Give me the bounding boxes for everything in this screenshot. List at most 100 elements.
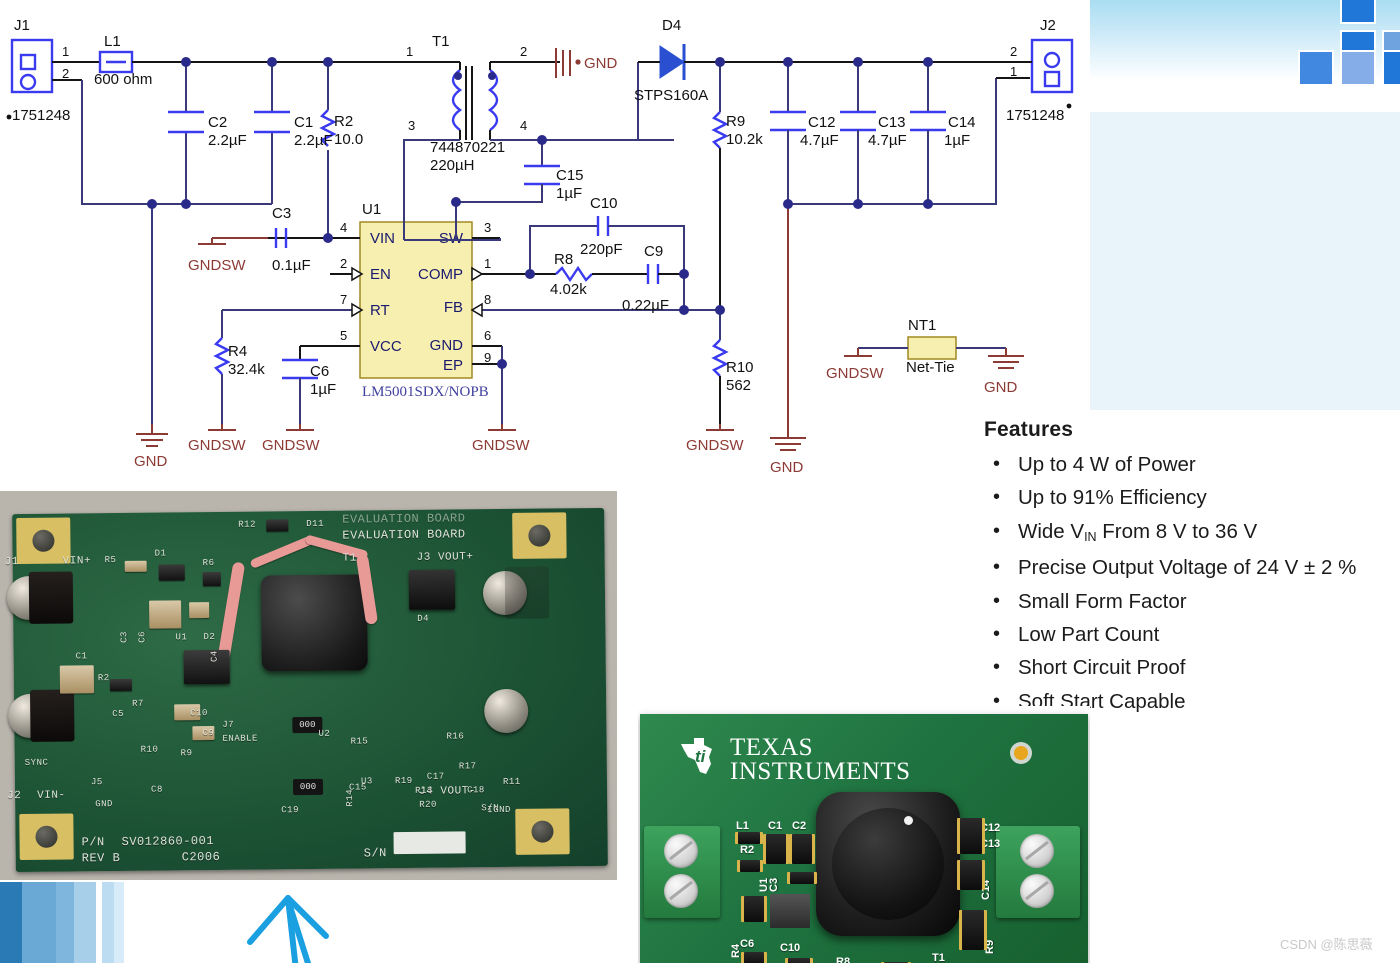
schematic-pinnum-5: 5 xyxy=(340,328,347,343)
capacitor-c4 xyxy=(189,602,210,619)
schematic-label-l1: L1 xyxy=(104,33,121,50)
smd-c12 xyxy=(960,818,982,854)
features-list: • Up to 4 W of Power • Up to 91% Efficienc… xyxy=(984,448,1400,718)
feature-text: Low Part Count xyxy=(1018,623,1160,647)
silk2-r2: R2 xyxy=(740,844,755,856)
schematic-pin-gnd: GND xyxy=(430,337,464,354)
decorative-stripe xyxy=(22,882,56,963)
schematic-value2-t1: 220µH xyxy=(430,157,475,174)
feature-text: Short Circuit Proof xyxy=(1018,656,1186,680)
silk-pn-value: SV012860-001 xyxy=(121,834,215,849)
silk-d4: D4 xyxy=(417,613,430,624)
schematic-gnd-label-1: GNDSW xyxy=(188,257,246,274)
silk2-c12: C12 xyxy=(980,822,1001,834)
silk-j3-vout-plus: J3 VOUT+ xyxy=(416,551,474,564)
silk-sync: SYNC xyxy=(24,757,49,768)
schematic-label-r4: R4 xyxy=(228,343,247,360)
schematic-label-j2: J2 xyxy=(1040,17,1056,34)
schematic-pin-sw: SW xyxy=(439,230,464,247)
schematic-gnd-label-main: GND xyxy=(134,453,168,470)
schematic-label-r9: R9 xyxy=(726,113,745,130)
jumper-000-2: 000 xyxy=(292,778,324,796)
schematic-value-c9: 0.22µF xyxy=(622,297,669,314)
schematic-value-r8: 4.02k xyxy=(550,281,587,298)
silk-ignd: IGND xyxy=(487,804,511,816)
transformer-core xyxy=(832,808,944,920)
bullet-icon: • xyxy=(993,486,1001,509)
mounting-pad xyxy=(19,813,74,861)
schematic-value-c6: 1µF xyxy=(310,381,336,398)
feature-text: Small Form Factor xyxy=(1018,589,1187,613)
diode-d1 xyxy=(158,564,185,581)
silk2-r9: R9 xyxy=(984,939,996,954)
silk2-c10: C10 xyxy=(780,942,801,954)
silk-c10: C10 xyxy=(190,708,208,719)
schematic-gnd-label-3: GNDSW xyxy=(262,437,320,454)
terminal-vout-minus xyxy=(484,688,529,734)
diode-d4 xyxy=(408,569,456,610)
schematic-value-c2: 2.2µF xyxy=(208,132,247,149)
transformer-render xyxy=(816,792,960,936)
silk-vin-minus: VIN- xyxy=(37,789,66,802)
silk-datecode: C2006 xyxy=(181,849,221,865)
schematic-pin-vin: VIN xyxy=(370,230,395,247)
input-terminal-block xyxy=(644,826,720,918)
silk-r6: R6 xyxy=(202,557,215,569)
smd-ic-u1 xyxy=(770,894,810,928)
feature-text: Up to 91% Efficiency xyxy=(1018,486,1207,510)
schematic-pin-en: EN xyxy=(370,266,391,283)
decorative-square xyxy=(1382,50,1400,86)
decorative-stripe xyxy=(0,882,22,963)
bullet-icon: • xyxy=(993,453,1001,475)
schematic-value-l1: 600 ohm xyxy=(94,71,152,88)
silk2-t1: T1 xyxy=(932,952,945,963)
bullet-icon: • xyxy=(993,556,1001,579)
schematic-gnd-label-5: GNDSW xyxy=(686,437,744,454)
schematic-pin-comp: COMP xyxy=(418,266,463,283)
csdn-watermark: CSDN @陈思薇 xyxy=(1280,937,1373,952)
silk-r12: R12 xyxy=(238,519,257,530)
schematic-label-d4: D4 xyxy=(662,17,681,34)
schematic-t1-pin1: 1 xyxy=(406,44,413,59)
schematic-label-u1: U1 xyxy=(362,201,381,218)
schematic-label-r10: R10 xyxy=(726,359,754,376)
schematic-pin-j2-1: 1 xyxy=(1010,64,1017,79)
silk-r2: R2 xyxy=(97,673,110,684)
schematic-label-c9: C9 xyxy=(644,243,663,260)
decorative-stripe xyxy=(74,882,96,963)
features-title: Features xyxy=(984,418,1074,441)
schematic-pin-j1-2: 2 xyxy=(62,66,69,81)
silk-rev: REV B xyxy=(81,850,121,866)
silk-r15: R15 xyxy=(350,736,369,747)
resistor-r5 xyxy=(124,560,147,572)
decorative-squares-group xyxy=(1090,0,1400,112)
smd-c14 xyxy=(960,860,982,890)
bullet-icon: • xyxy=(993,589,1001,612)
decorative-square xyxy=(1340,0,1376,24)
schematic-value-c13: 4.7µF xyxy=(868,132,907,149)
smd-c6 xyxy=(744,952,764,963)
feature-item: • Up to 4 W of Power xyxy=(984,448,1400,481)
silk-c1: C1 xyxy=(75,651,88,662)
features-section: Features • Up to 4 W of Power • Up to 91% … xyxy=(984,418,1400,718)
schematic-label-j1-part: 1751248 xyxy=(12,107,70,124)
silk-vin-plus: VIN+ xyxy=(62,555,92,568)
schematic-pin-fb: FB xyxy=(444,299,463,316)
schematic-value-c10: 220pF xyxy=(580,241,623,258)
silk-enable: ENABLE xyxy=(222,733,258,744)
schematic-value-c3: 0.1µF xyxy=(272,257,311,274)
silk-c3: C3 xyxy=(119,631,130,643)
bullet-icon: • xyxy=(993,623,1001,646)
schematic-value-r2: 10.0 xyxy=(334,131,363,148)
silk2-u1: U1 xyxy=(758,877,770,892)
schematic-label-c3: C3 xyxy=(272,205,291,222)
smd-c1 xyxy=(766,834,786,864)
schematic-ic-part: LM5001SDX/NOPB xyxy=(362,384,489,400)
smd-r2 xyxy=(740,860,760,872)
silk-j2: J2 xyxy=(7,790,22,803)
silk-c6: C6 xyxy=(137,630,148,643)
terminal-body-2 xyxy=(29,689,75,742)
resistor-r2 xyxy=(109,678,132,692)
schematic-label-c1: C1 xyxy=(294,114,313,131)
silk2-c13: C13 xyxy=(980,838,1001,850)
